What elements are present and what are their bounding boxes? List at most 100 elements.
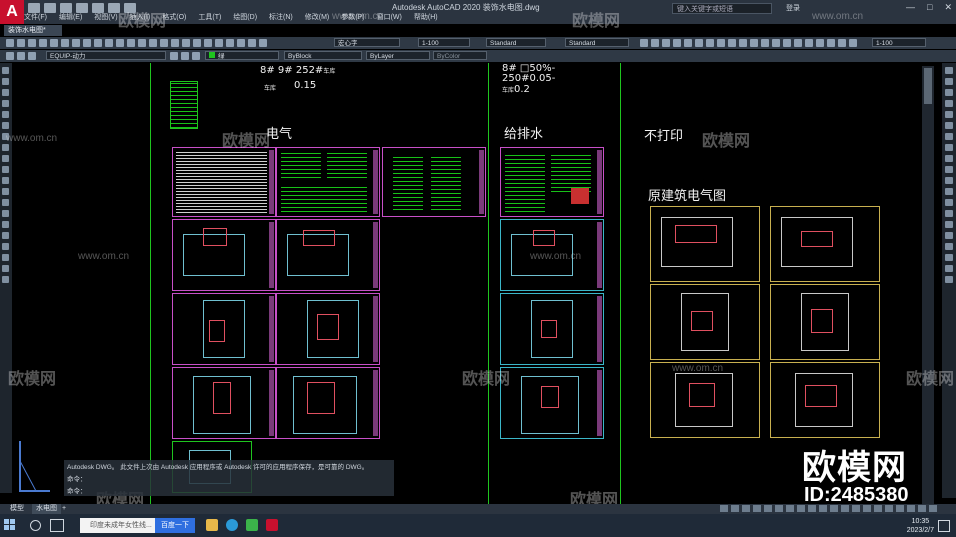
menu-dimension[interactable]: 标注(N) xyxy=(269,12,293,22)
wechat-icon[interactable] xyxy=(246,519,258,531)
paste-icon[interactable] xyxy=(94,39,102,47)
dim-angle-icon[interactable] xyxy=(717,39,725,47)
print-icon[interactable] xyxy=(39,39,47,47)
layer-on-icon[interactable] xyxy=(28,52,36,60)
hardware-accel-icon[interactable] xyxy=(907,505,915,512)
layer-dropdown[interactable]: EQUIP-动力 xyxy=(46,51,166,60)
layer-previous-icon[interactable] xyxy=(181,52,189,60)
floor-plan-sheet[interactable] xyxy=(276,293,380,365)
floor-plan-sheet[interactable] xyxy=(172,219,276,291)
lock-ui-icon[interactable] xyxy=(885,505,893,512)
file-explorer-icon[interactable] xyxy=(206,519,218,531)
linetype-dropdown[interactable]: ByBlock xyxy=(284,51,362,60)
maximize-icon[interactable]: □ xyxy=(927,2,932,13)
make-current-icon[interactable] xyxy=(170,52,178,60)
original-plan-sheet[interactable] xyxy=(770,362,880,438)
selection-cycling-icon[interactable] xyxy=(819,505,827,512)
search-input[interactable]: 键入关键字或短语 xyxy=(672,3,772,14)
center-mark-icon[interactable] xyxy=(794,39,802,47)
chamfer-icon[interactable] xyxy=(945,221,953,228)
lineweight-dropdown[interactable]: ByLayer xyxy=(366,51,430,60)
tolerance-icon[interactable] xyxy=(783,39,791,47)
design-center-icon[interactable] xyxy=(204,39,212,47)
menu-help[interactable]: 帮助(H) xyxy=(414,12,438,22)
zoom-icon[interactable] xyxy=(160,39,168,47)
dim-update-icon[interactable] xyxy=(849,39,857,47)
dim-diameter-icon[interactable] xyxy=(706,39,714,47)
autocad-logo-icon[interactable]: A xyxy=(0,0,24,24)
region-icon[interactable] xyxy=(2,243,9,250)
dim-linear-icon[interactable] xyxy=(640,39,648,47)
otrack-icon[interactable] xyxy=(786,505,794,512)
extend-icon[interactable] xyxy=(945,177,953,184)
dim-space-icon[interactable] xyxy=(761,39,769,47)
preview-icon[interactable] xyxy=(50,39,58,47)
search-icon[interactable] xyxy=(30,520,41,531)
drawing-sheet[interactable] xyxy=(382,147,486,217)
tool-palette-icon[interactable] xyxy=(215,39,223,47)
array-icon[interactable] xyxy=(945,111,953,118)
layer-state-icon[interactable] xyxy=(17,52,25,60)
command-window[interactable]: Autodesk DWG。 此文件上次由 Autodesk 应用程序或 Auto… xyxy=(64,460,394,496)
annotation-monitor-icon[interactable] xyxy=(852,505,860,512)
floor-plan-sheet[interactable] xyxy=(276,219,380,291)
spline-icon[interactable] xyxy=(2,155,9,162)
snap-icon[interactable] xyxy=(742,505,750,512)
isolate-icon[interactable] xyxy=(896,505,904,512)
revcloud-icon[interactable] xyxy=(2,144,9,151)
units-icon[interactable] xyxy=(863,505,871,512)
dim-edit-icon[interactable] xyxy=(827,39,835,47)
menu-edit[interactable]: 编辑(E) xyxy=(59,12,82,22)
system-clock[interactable]: 10:35 2023/2/7 xyxy=(907,517,934,535)
area-icon[interactable] xyxy=(945,276,953,283)
dim-jogged-icon[interactable] xyxy=(695,39,703,47)
mtext-icon[interactable] xyxy=(2,265,9,272)
undo-icon[interactable] xyxy=(127,39,135,47)
text-style-dropdown[interactable]: 宏心字 xyxy=(334,38,400,47)
floor-plan-sheet[interactable] xyxy=(172,293,276,365)
mirror-icon[interactable] xyxy=(945,89,953,96)
line-icon[interactable] xyxy=(2,67,9,74)
tab-layout[interactable]: 水电图 xyxy=(32,504,61,514)
join-icon[interactable] xyxy=(945,210,953,217)
offset-icon[interactable] xyxy=(945,100,953,107)
floor-plan-sheet[interactable] xyxy=(276,367,380,439)
drawing-sheet[interactable] xyxy=(172,147,276,217)
scale-dropdown[interactable]: 1-100 xyxy=(418,38,470,47)
publish-icon[interactable] xyxy=(61,39,69,47)
osnap-icon[interactable] xyxy=(775,505,783,512)
copy-icon[interactable] xyxy=(83,39,91,47)
dim-break-icon[interactable] xyxy=(772,39,780,47)
clean-screen-icon[interactable] xyxy=(918,505,926,512)
dim-quick-icon[interactable] xyxy=(728,39,736,47)
zoom-prev-icon[interactable] xyxy=(182,39,190,47)
transparency-icon[interactable] xyxy=(808,505,816,512)
polyline-icon[interactable] xyxy=(2,89,9,96)
block-icon[interactable] xyxy=(116,39,124,47)
properties-icon[interactable] xyxy=(193,39,201,47)
original-plan-sheet[interactable] xyxy=(770,284,880,360)
dim-aligned-icon[interactable] xyxy=(651,39,659,47)
scale-dropdown-2[interactable]: 1-100 xyxy=(872,38,926,47)
windows-start-icon[interactable] xyxy=(4,519,16,531)
xline-icon[interactable] xyxy=(2,78,9,85)
inspect-icon[interactable] xyxy=(805,39,813,47)
menu-file[interactable]: 文件(F) xyxy=(24,12,47,22)
dim-style-dropdown[interactable]: Standard xyxy=(486,38,546,47)
measure-icon[interactable] xyxy=(945,265,953,272)
login-button[interactable]: 登录 xyxy=(786,3,800,13)
gradient-icon[interactable] xyxy=(2,232,9,239)
lineweight-icon[interactable] xyxy=(797,505,805,512)
rotate-icon[interactable] xyxy=(945,133,953,140)
original-plan-sheet[interactable] xyxy=(650,284,760,360)
scale-icon[interactable] xyxy=(945,144,953,151)
zoom-window-icon[interactable] xyxy=(171,39,179,47)
hatch-icon[interactable] xyxy=(2,221,9,228)
annotation-scale-icon[interactable] xyxy=(830,505,838,512)
copy-object-icon[interactable] xyxy=(945,78,953,85)
menu-modify[interactable]: 修改(M) xyxy=(305,12,330,22)
table-icon[interactable] xyxy=(2,254,9,261)
cut-icon[interactable] xyxy=(72,39,80,47)
ortho-icon[interactable] xyxy=(753,505,761,512)
drawing-sheet[interactable] xyxy=(276,147,380,217)
